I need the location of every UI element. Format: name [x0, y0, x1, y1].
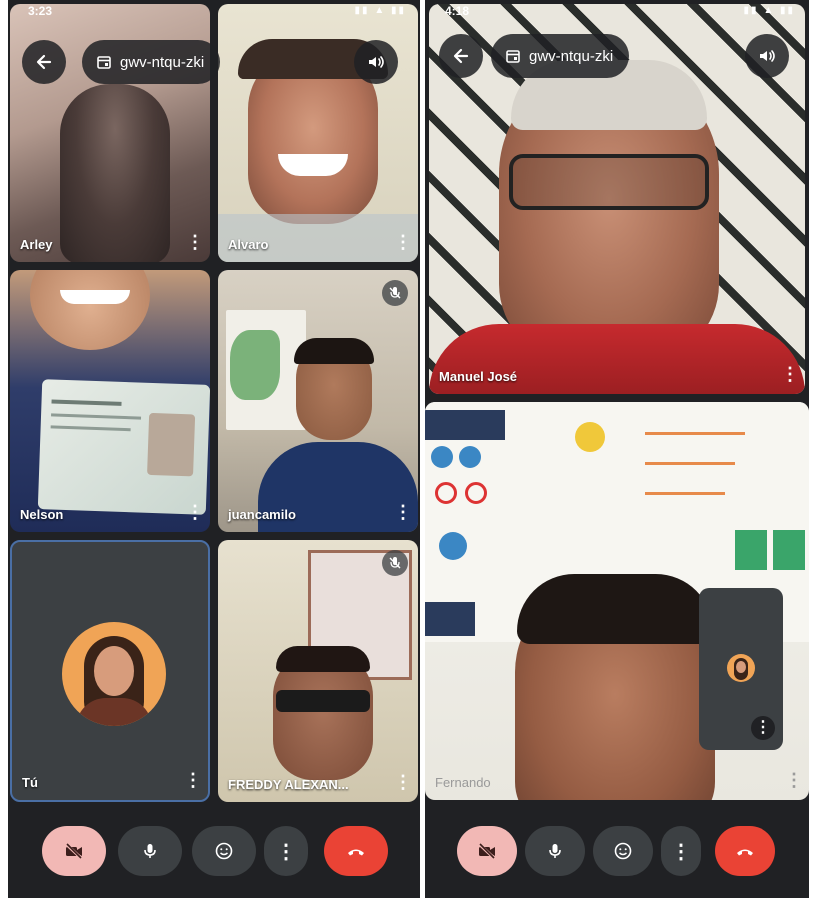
meeting-code-pill[interactable]: gwv-ntqu-zki — [82, 40, 221, 84]
hangup-button[interactable] — [715, 826, 775, 876]
smile — [60, 290, 130, 304]
reactions-button[interactable] — [192, 826, 256, 876]
arrow-left-icon — [36, 54, 52, 70]
participant-tile-freddy[interactable]: FREDDY ALEXAN... ⋮ — [218, 540, 418, 802]
participant-name: Fernando — [435, 775, 491, 790]
call-controls: ⋮ — [8, 806, 420, 898]
status-time: 3:23 — [28, 4, 53, 18]
right-phone-screen: Manuel José ⋮ Fernando ⋮ ⋮ 4:18 ▮▮ ▲ ▮▮ … — [425, 0, 809, 898]
speaker-icon — [760, 50, 775, 62]
camera-off-icon — [64, 842, 83, 860]
hair — [276, 646, 370, 672]
participant-tile-self[interactable]: Tú ⋮ — [10, 540, 210, 802]
participant-name: Tú — [22, 775, 38, 790]
emoji-icon — [215, 842, 233, 860]
participant-video — [60, 84, 170, 262]
more-vertical-icon[interactable]: ⋮ — [785, 770, 803, 790]
mic-icon — [549, 844, 561, 858]
more-vertical-icon[interactable]: ⋮ — [394, 502, 412, 522]
more-vertical-icon[interactable]: ⋮ — [186, 502, 204, 522]
meeting-code: gwv-ntqu-zki — [120, 53, 205, 71]
meeting-code: gwv-ntqu-zki — [529, 47, 614, 65]
camera-off-icon — [477, 842, 496, 860]
participant-name: Alvaro — [228, 237, 269, 252]
emoji-icon — [614, 842, 632, 860]
participant-tile-nelson[interactable]: Nelson ⋮ — [10, 270, 210, 532]
speaker-button[interactable] — [745, 34, 789, 78]
mic-icon — [144, 844, 156, 858]
more-vertical-icon[interactable]: ⋮ — [184, 770, 202, 790]
mic-off-icon — [382, 280, 408, 306]
participant-video — [30, 270, 150, 350]
more-options-button[interactable]: ⋮ — [661, 826, 701, 876]
left-phone-screen: Arley ⋮ Alvaro ⋮ Nelson ⋮ juancamilo ⋮ T… — [8, 0, 420, 898]
hangup-button[interactable] — [324, 826, 388, 876]
mic-button[interactable] — [118, 826, 182, 876]
calendar-icon — [506, 50, 520, 63]
more-vertical-icon[interactable]: ⋮ — [781, 364, 799, 384]
avatar — [62, 622, 166, 726]
hair — [294, 338, 374, 364]
camera-off-button[interactable] — [457, 826, 517, 876]
smile — [278, 154, 348, 176]
arrow-left-icon — [453, 48, 469, 64]
reactions-button[interactable] — [593, 826, 653, 876]
status-bar: 4:18 ▮▮ ▲ ▮▮ — [425, 0, 809, 24]
hangup-icon — [348, 849, 364, 856]
call-controls: ⋮ — [425, 806, 809, 898]
speaker-icon — [369, 56, 384, 68]
participant-name: juancamilo — [228, 507, 296, 522]
participant-name: Arley — [20, 237, 53, 252]
participant-name: Nelson — [20, 507, 64, 522]
more-vertical-icon[interactable]: ⋮ — [186, 232, 204, 252]
back-button[interactable] — [22, 40, 66, 84]
hair — [517, 574, 713, 644]
camera-off-button[interactable] — [42, 826, 106, 876]
participant-name: FREDDY ALEXAN... — [228, 777, 349, 792]
status-time: 4:18 — [445, 4, 470, 18]
avatar — [727, 654, 755, 682]
mic-button[interactable] — [525, 826, 585, 876]
meeting-code-pill[interactable]: gwv-ntqu-zki — [491, 34, 630, 78]
participant-name: Manuel José — [439, 369, 518, 384]
glasses — [509, 154, 709, 210]
more-vertical-icon: ⋮ — [276, 840, 296, 863]
more-vertical-icon[interactable]: ⋮ — [394, 772, 412, 792]
mic-off-icon — [382, 550, 408, 576]
status-icons: ▮▮ ▲ ▮▮ — [354, 5, 406, 16]
back-button[interactable] — [439, 34, 483, 78]
more-vertical-icon: ⋮ — [671, 840, 691, 863]
speaker-button[interactable] — [354, 40, 398, 84]
more-options-button[interactable]: ⋮ — [264, 826, 308, 876]
more-vertical-icon[interactable]: ⋮ — [394, 232, 412, 252]
hangup-icon — [737, 849, 753, 856]
status-bar: 3:23 ▮▮ ▲ ▮▮ — [8, 0, 420, 24]
id-card — [37, 379, 210, 515]
sunglasses — [276, 690, 370, 712]
map — [230, 330, 280, 400]
participant-tile-juancamilo[interactable]: juancamilo ⋮ — [218, 270, 418, 532]
calendar-icon — [97, 56, 111, 69]
self-preview[interactable]: ⋮ — [699, 588, 783, 750]
more-vertical-icon[interactable]: ⋮ — [751, 716, 775, 740]
status-icons: ▮▮ ▲ ▮▮ — [743, 5, 795, 16]
